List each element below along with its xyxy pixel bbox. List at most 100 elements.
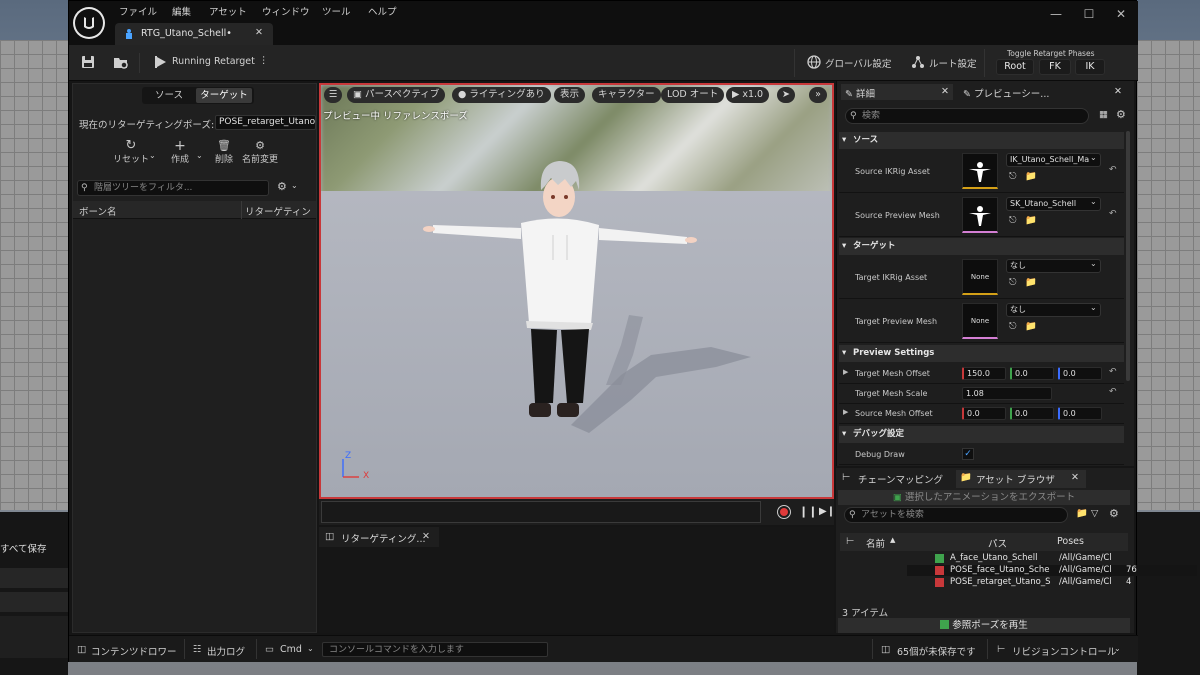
minimize-icon[interactable]: —: [1049, 7, 1063, 21]
settings-gear-icon[interactable]: ⚙: [277, 180, 287, 193]
log-tab[interactable]: ◫ リターゲティング... ✕: [319, 527, 439, 547]
source-ikrig-chevron-icon[interactable]: ⌄: [1090, 153, 1097, 162]
more-options-icon[interactable]: ⋮: [259, 55, 269, 66]
filter-icon[interactable]: ▽: [1091, 508, 1098, 519]
cmd-chevron-icon[interactable]: ⌄: [307, 644, 314, 653]
source-mesh-thumbnail[interactable]: [962, 197, 998, 233]
browse-icon[interactable]: 📁: [1025, 171, 1037, 182]
step-forward-icon[interactable]: ▶❙: [819, 506, 835, 517]
save-icon[interactable]: [81, 55, 95, 69]
pause-icon[interactable]: ❙❙: [799, 505, 817, 518]
source-offset-z[interactable]: 0.0: [1058, 407, 1102, 420]
menu-tools[interactable]: ツール: [322, 4, 351, 18]
export-animation-button[interactable]: ▣ 選択したアニメーションをエクスポート: [838, 490, 1130, 505]
menu-asset[interactable]: アセット: [209, 4, 247, 18]
show-button[interactable]: 表示: [554, 87, 586, 103]
cmd-dropdown[interactable]: Cmd: [280, 644, 302, 655]
asset-browser-tab[interactable]: 📁 アセット ブラウザ ✕: [956, 470, 1086, 488]
console-input[interactable]: コンソールコマンドを入力します: [322, 642, 548, 657]
source-offset-y[interactable]: 0.0: [1010, 407, 1054, 420]
browse-icon[interactable]: 📁: [1025, 215, 1037, 226]
asset-tab[interactable]: RTG_Utano_Schell• ✕: [115, 23, 273, 45]
table-view-icon[interactable]: ▦: [1099, 109, 1108, 120]
browse-icon[interactable]: 📁: [1025, 277, 1037, 288]
details-settings-icon[interactable]: ⚙: [1116, 108, 1126, 121]
phase-ik-toggle[interactable]: IK: [1075, 59, 1105, 75]
root-settings-icon[interactable]: [911, 55, 925, 69]
target-offset-x[interactable]: 150.0: [962, 367, 1006, 380]
global-settings-button[interactable]: グローバル設定: [825, 56, 891, 70]
revision-control-button[interactable]: リビジョンコントロール: [1012, 644, 1117, 658]
play-speed-button[interactable]: ▶ x1.0: [726, 87, 770, 103]
menu-window[interactable]: ウィンドウ: [262, 4, 310, 18]
close-log-tab-icon[interactable]: ✕: [422, 531, 430, 542]
close-asset-tab-icon[interactable]: ✕: [1071, 472, 1079, 483]
close-details-tab-icon[interactable]: ✕: [941, 86, 949, 97]
menu-edit[interactable]: 編集: [172, 4, 191, 18]
reset-chevron-icon[interactable]: ⌄: [149, 151, 156, 160]
source-ikrig-dropdown[interactable]: IK_Utano_Schell_Ma: [1006, 153, 1101, 167]
timeline-scrubber[interactable]: [321, 501, 761, 523]
reset-to-default-icon[interactable]: ↶: [1109, 165, 1117, 175]
retarget-column[interactable]: リターゲティン: [245, 204, 315, 218]
lod-button[interactable]: LOD オート: [661, 87, 725, 103]
target-mesh-dropdown[interactable]: なし: [1006, 303, 1101, 317]
root-settings-button[interactable]: ルート設定: [929, 56, 977, 70]
debug-draw-checkbox[interactable]: ✓: [962, 448, 974, 460]
browse-icon[interactable]: 📁: [1025, 321, 1037, 332]
menu-file[interactable]: ファイル: [119, 4, 157, 18]
section-target[interactable]: ▾ ターゲット: [839, 238, 1124, 255]
target-offset-z[interactable]: 0.0: [1058, 367, 1102, 380]
source-mesh-dropdown[interactable]: SK_Utano_Schell: [1006, 197, 1101, 211]
revision-chevron-icon[interactable]: ⌄: [1114, 644, 1121, 653]
create-chevron-icon[interactable]: ⌄: [196, 151, 203, 160]
segment-target[interactable]: ターゲット: [196, 88, 252, 103]
create-button[interactable]: + 作成: [167, 139, 193, 165]
use-selected-icon[interactable]: ⎋: [1009, 277, 1017, 288]
viewport-menu-icon[interactable]: ☰: [324, 87, 342, 103]
close-tab-icon[interactable]: ✕: [255, 27, 263, 38]
rename-button[interactable]: ⚙ 名前変更: [238, 140, 282, 166]
lighting-button[interactable]: ● ライティングあり: [452, 87, 551, 103]
target-mesh-chevron-icon[interactable]: ⌄: [1090, 303, 1097, 312]
asset-row[interactable]: POSE_retarget_Utano_S /All/Game/Cl 4: [907, 577, 1197, 588]
target-mesh-scale-input[interactable]: 1.08: [962, 387, 1052, 400]
asset-row[interactable]: A_face_Utano_Schell /All/Game/Cl: [907, 553, 1197, 564]
chain-mapping-tab[interactable]: ⊢ チェーンマッピング: [840, 470, 955, 488]
bone-name-column[interactable]: ボーン名: [79, 204, 117, 218]
details-search-input[interactable]: ⚲ 検索: [845, 108, 1089, 124]
unsaved-count[interactable]: 65個が未保存です: [897, 644, 976, 658]
column-poses[interactable]: Poses: [1057, 536, 1084, 547]
details-tab[interactable]: ✎ 詳細 ✕: [841, 84, 953, 100]
globe-settings-icon[interactable]: [807, 55, 821, 69]
play-reference-pose-button[interactable]: 参照ポーズを再生: [838, 618, 1130, 633]
section-source[interactable]: ▾ ソース: [839, 132, 1124, 149]
close-window-icon[interactable]: ✕: [1114, 7, 1128, 21]
use-selected-icon[interactable]: ⎋: [1009, 215, 1017, 226]
output-log-button[interactable]: 出力ログ: [207, 644, 245, 658]
record-icon[interactable]: [777, 505, 791, 519]
asset-settings-icon[interactable]: ⚙: [1109, 507, 1119, 520]
expand-offset-icon[interactable]: ▶: [843, 368, 848, 376]
hierarchy-search-input[interactable]: ⚲ 階層ツリーをフィルタ...: [77, 180, 269, 196]
running-retarget-label[interactable]: Running Retarget: [172, 56, 255, 67]
target-mesh-thumbnail[interactable]: None: [962, 303, 998, 339]
phase-root-toggle[interactable]: Root: [996, 59, 1034, 75]
asset-row[interactable]: POSE_face_Utano_Sche /All/Game/Cl 76: [907, 565, 1197, 576]
delete-button[interactable]: 🗑 削除: [211, 140, 237, 166]
menu-help[interactable]: ヘルプ: [368, 4, 397, 18]
reset-button[interactable]: ↻ リセット: [111, 139, 151, 165]
expand-offset-icon[interactable]: ▶: [843, 408, 848, 416]
use-selected-icon[interactable]: ⎋: [1009, 171, 1017, 182]
settings-chevron-icon[interactable]: ⌄: [291, 181, 298, 190]
details-scrollbar[interactable]: [1126, 131, 1130, 381]
content-drawer-button[interactable]: コンテンツドロワー: [91, 644, 177, 658]
reset-to-default-icon[interactable]: ↶: [1109, 209, 1117, 219]
target-offset-y[interactable]: 0.0: [1010, 367, 1054, 380]
phase-fk-toggle[interactable]: FK: [1039, 59, 1071, 75]
source-mesh-chevron-icon[interactable]: ⌄: [1090, 197, 1097, 206]
source-ikrig-thumbnail[interactable]: [962, 153, 998, 189]
section-preview-settings[interactable]: ▾ Preview Settings: [839, 345, 1124, 362]
target-ikrig-dropdown[interactable]: なし: [1006, 259, 1101, 273]
column-name[interactable]: 名前: [866, 536, 885, 550]
